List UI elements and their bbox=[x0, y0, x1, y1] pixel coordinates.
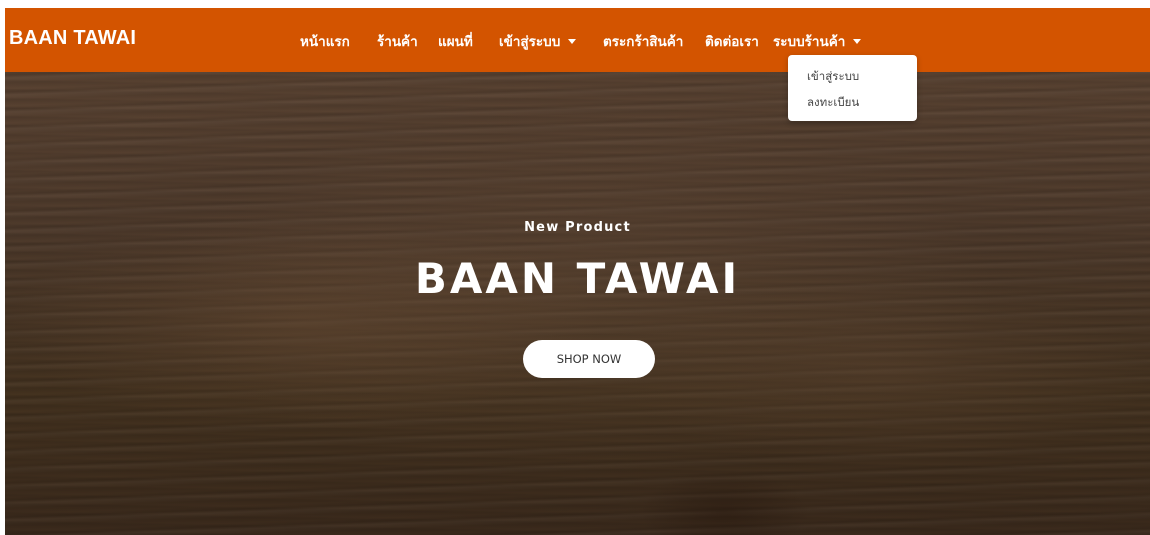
nav-contact[interactable]: ติดต่อเรา bbox=[705, 30, 759, 52]
nav-store-system-label: ระบบร้านค้า bbox=[773, 34, 846, 50]
nav-store-system-dropdown[interactable]: ระบบร้านค้า bbox=[773, 30, 862, 52]
caret-down-icon bbox=[568, 38, 577, 44]
page: BAAN TAWAI หน้าแรก ร้านค้า แผนที่ เข้าสู… bbox=[5, 8, 1150, 535]
store-system-dropdown-menu: เข้าสู่ระบบ ลงทะเบียน bbox=[788, 55, 917, 121]
nav-login-dropdown[interactable]: เข้าสู่ระบบ bbox=[499, 30, 577, 52]
nav-shop[interactable]: ร้านค้า bbox=[377, 30, 418, 52]
nav-cart[interactable]: ตระกร้าสินค้า bbox=[603, 30, 683, 52]
hero-title: BAAN TAWAI bbox=[414, 254, 741, 303]
screenshot-frame: BAAN TAWAI หน้าแรก ร้านค้า แผนที่ เข้าสู… bbox=[0, 0, 1150, 535]
nav-map[interactable]: แผนที่ bbox=[438, 30, 473, 52]
nav-login-label: เข้าสู่ระบบ bbox=[499, 34, 561, 50]
hero-banner: New Product BAAN TAWAI SHOP NOW bbox=[5, 72, 1150, 535]
top-navbar: BAAN TAWAI หน้าแรก ร้านค้า แผนที่ เข้าสู… bbox=[5, 8, 1150, 72]
dropdown-item-login[interactable]: เข้าสู่ระบบ bbox=[807, 68, 859, 86]
dropdown-item-register[interactable]: ลงทะเบียน bbox=[807, 94, 859, 112]
caret-down-icon bbox=[853, 38, 862, 44]
brand-logo[interactable]: BAAN TAWAI bbox=[9, 27, 136, 50]
hero-subtitle: New Product bbox=[524, 220, 631, 235]
shop-now-button[interactable]: SHOP NOW bbox=[523, 340, 655, 378]
nav-home[interactable]: หน้าแรก bbox=[300, 30, 350, 52]
